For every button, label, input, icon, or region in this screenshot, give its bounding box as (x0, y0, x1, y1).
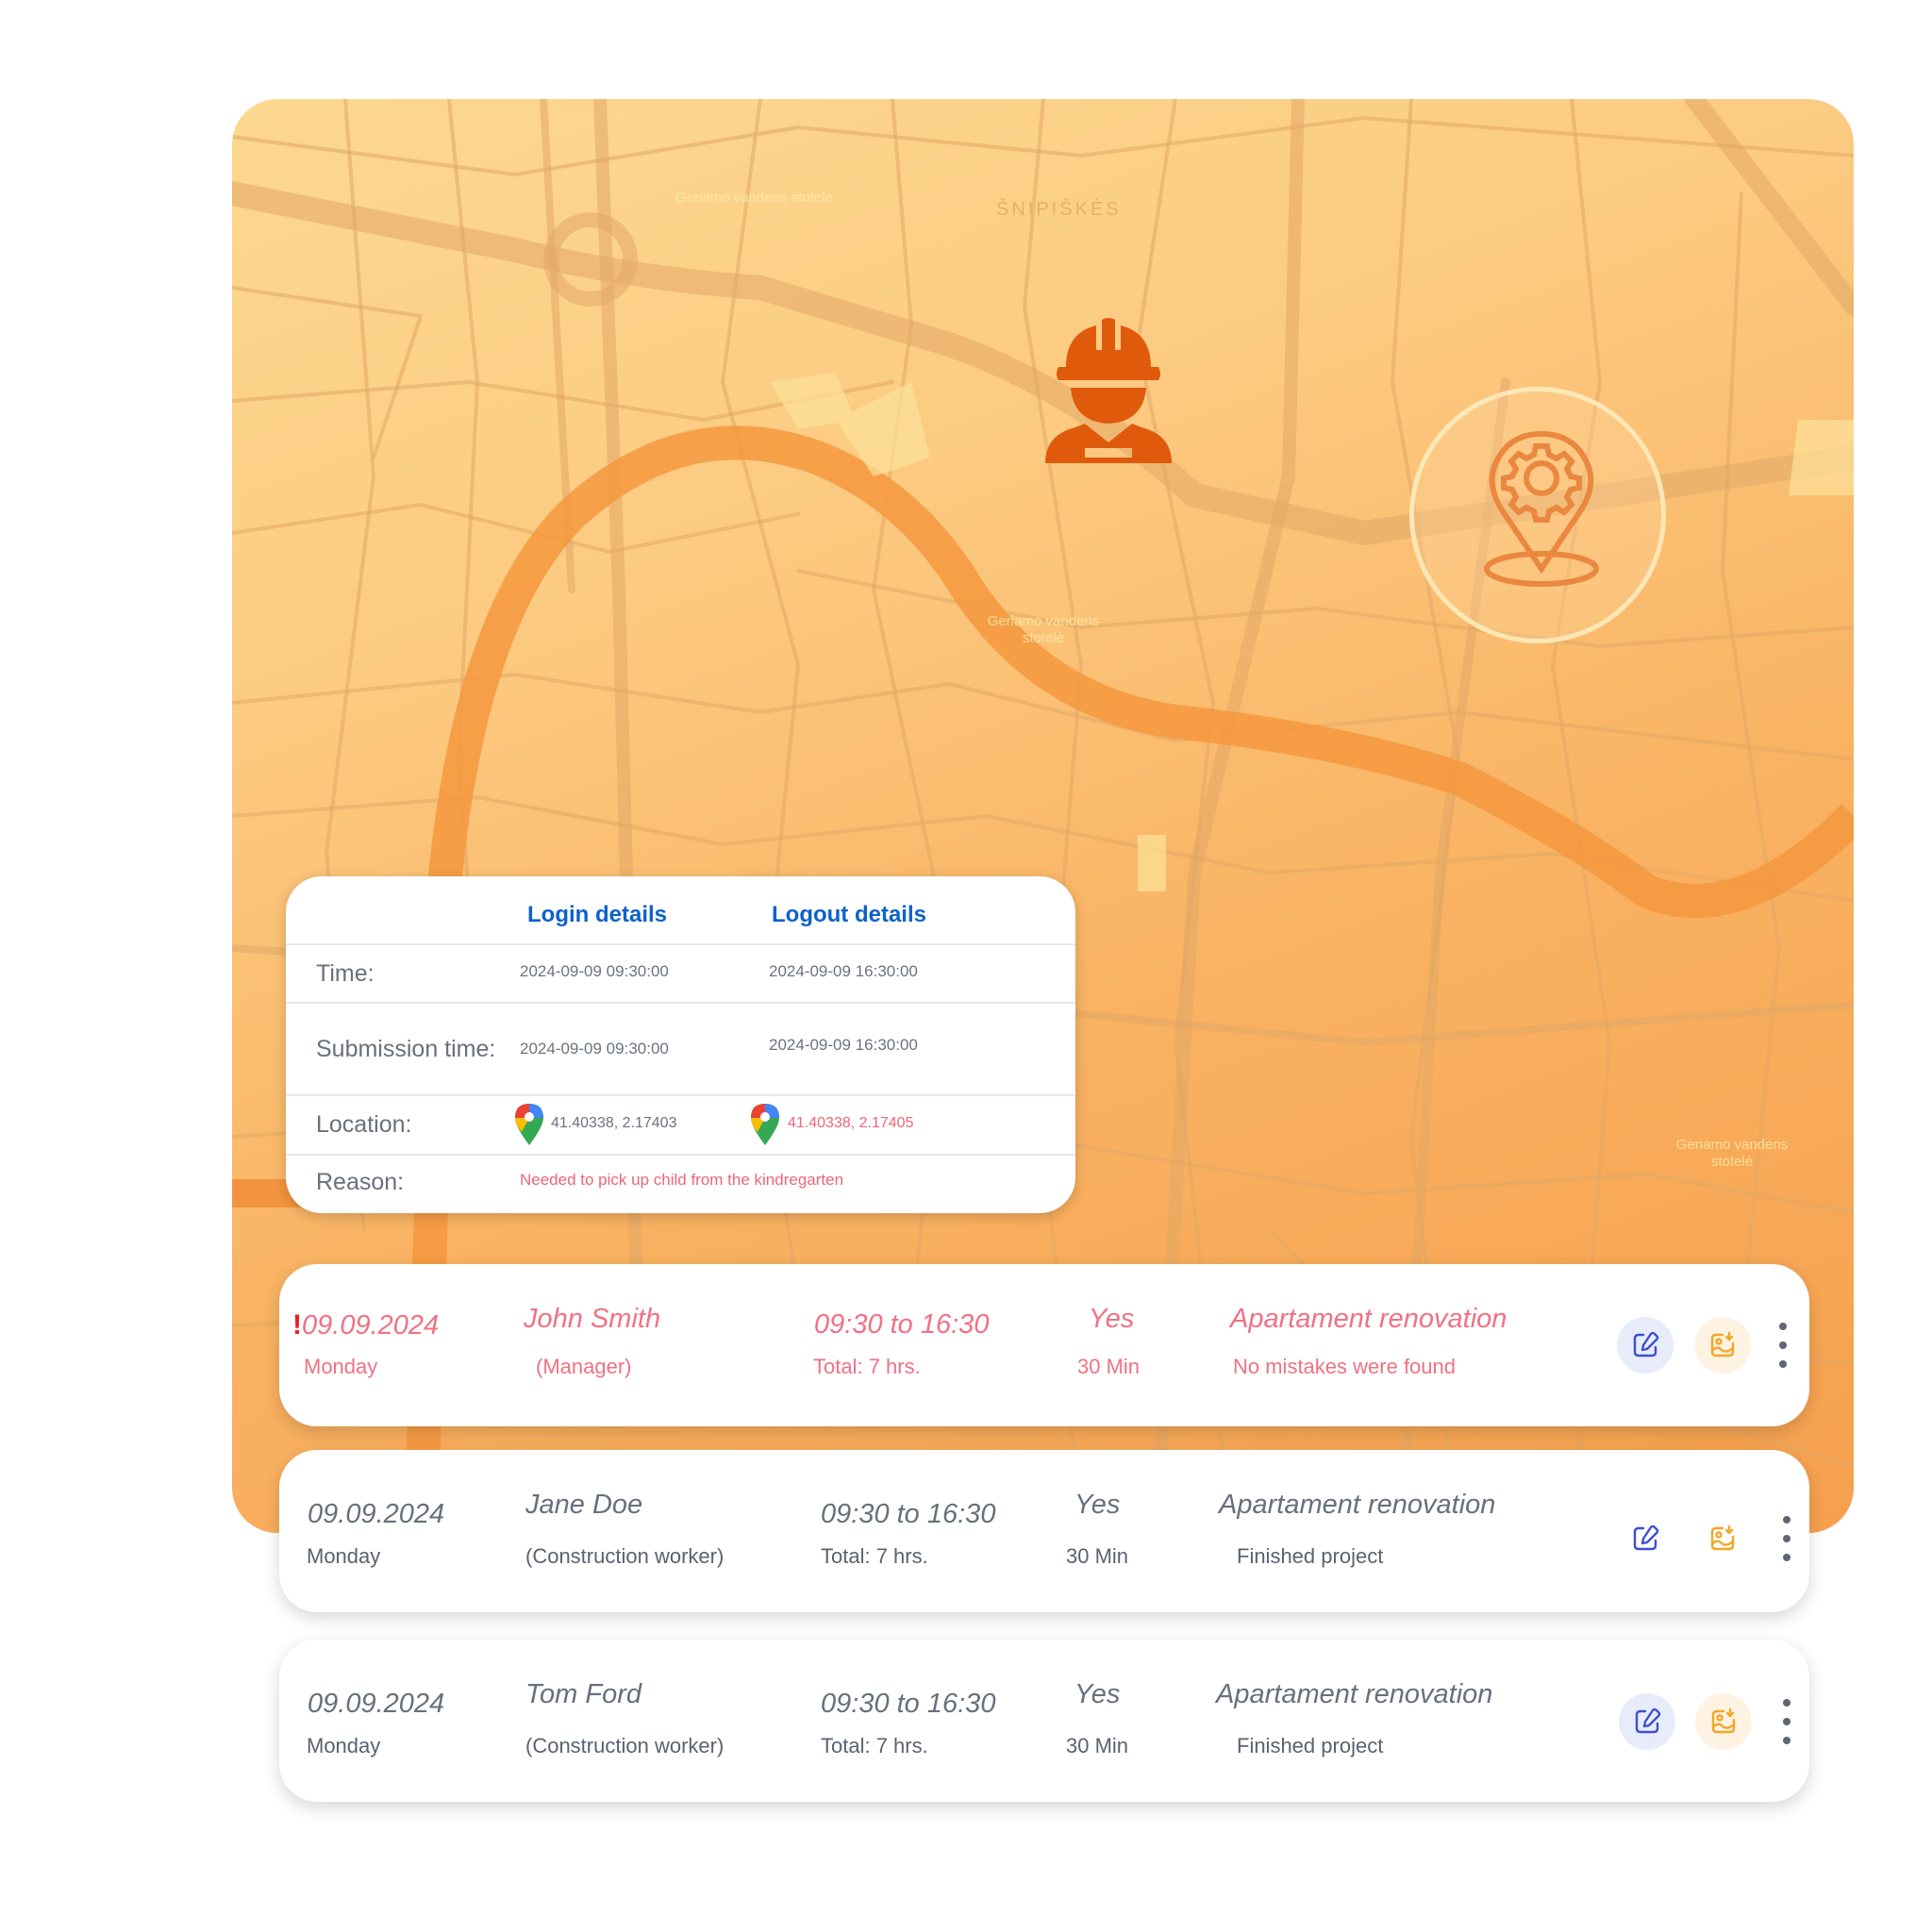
location-label: Location: (316, 1111, 412, 1138)
edit-button[interactable] (1617, 1510, 1674, 1567)
time-range: 09:30 to 16:30 (821, 1499, 996, 1529)
time-range: 09:30 to 16:30 (821, 1689, 996, 1719)
logout-time: 2024-09-09 16:30:00 (769, 962, 918, 980)
break-status: Yes (1074, 1490, 1121, 1520)
time-range: 09:30 to 16:30 (814, 1309, 990, 1340)
date: 09.09.2024 (308, 1499, 445, 1529)
map-label-poi: Geriamo vandens stotelė (675, 190, 833, 206)
image-download-icon (1710, 1331, 1735, 1357)
details-header: Login details Logout details (286, 876, 1075, 945)
map-label-poi: Geriamo vandens stotelė (987, 613, 1100, 646)
project-note: Finished project (1237, 1734, 1384, 1757)
time-row: Time: 2024-09-09 09:30:00 2024-09-09 16:… (286, 943, 1075, 1004)
map-label-district: ŠNIPIŠKĖS (996, 199, 1122, 220)
total-hours: Total: 7 hrs. (813, 1355, 921, 1378)
download-image-button[interactable] (1694, 1317, 1751, 1374)
location-row: Location: 41.40338, 2.17403 41.40338, 2.… (286, 1094, 1075, 1156)
timesheet-row[interactable]: !09.09.2024 Monday John Smith (Manager) … (279, 1264, 1809, 1426)
more-options-button[interactable] (1779, 1699, 1794, 1744)
employee-name: Jane Doe (525, 1490, 643, 1520)
image-download-icon (1710, 1524, 1735, 1551)
more-options-button[interactable] (1775, 1323, 1790, 1368)
project-note: Finished project (1237, 1544, 1384, 1568)
date: 09.09.2024 (308, 1689, 445, 1719)
break-status: Yes (1089, 1304, 1135, 1334)
employee-name: John Smith (524, 1304, 661, 1334)
image-download-icon (1711, 1707, 1736, 1734)
edit-icon (1635, 1707, 1661, 1734)
google-maps-pin-icon (515, 1104, 543, 1145)
edit-button[interactable] (1617, 1317, 1674, 1374)
total-hours: Total: 7 hrs. (821, 1734, 928, 1757)
time-label: Time: (316, 960, 375, 987)
login-coordinates: 41.40338, 2.17403 (551, 1115, 677, 1131)
construction-worker-icon (1045, 318, 1172, 463)
download-image-button[interactable] (1695, 1693, 1752, 1750)
total-hours: Total: 7 hrs. (821, 1544, 928, 1568)
logout-submission-time: 2024-09-09 16:30:00 (769, 1036, 918, 1054)
logout-coordinates: 41.40338, 2.17405 (788, 1115, 914, 1131)
project-note: No mistakes were found (1233, 1355, 1456, 1378)
project-name: Apartament renovation (1219, 1490, 1496, 1520)
edit-icon (1633, 1331, 1659, 1357)
login-details-card: Login details Logout details Time: 2024-… (286, 876, 1075, 1213)
reason-text: Needed to pick up child from the kindreg… (520, 1171, 844, 1189)
more-vertical-icon (1779, 1323, 1787, 1330)
more-vertical-icon (1783, 1516, 1790, 1524)
more-options-button[interactable] (1779, 1516, 1794, 1561)
project-name: Apartament renovation (1216, 1679, 1493, 1709)
logout-details-heading: Logout details (772, 902, 926, 927)
timesheet-row[interactable]: 09.09.2024 Monday Jane Doe (Construction… (279, 1450, 1809, 1612)
edit-button[interactable] (1619, 1693, 1675, 1750)
employee-role: (Manager) (536, 1355, 632, 1378)
warning-flag: ! (292, 1309, 302, 1341)
google-maps-pin-icon (751, 1104, 779, 1145)
employee-name: Tom Ford (525, 1679, 642, 1709)
timesheet-row[interactable]: 09.09.2024 Monday Tom Ford (Construction… (279, 1640, 1809, 1802)
break-duration: 30 Min (1066, 1734, 1129, 1757)
break-status: Yes (1074, 1679, 1121, 1709)
more-vertical-icon (1783, 1699, 1790, 1707)
date-text: 09.09.2024 (302, 1310, 440, 1341)
break-duration: 30 Min (1077, 1355, 1141, 1378)
weekday: Monday (304, 1355, 378, 1378)
weekday: Monday (307, 1544, 381, 1568)
login-time: 2024-09-09 09:30:00 (520, 962, 669, 980)
submission-time-label: Submission time: (316, 1036, 496, 1062)
break-duration: 30 Min (1066, 1544, 1129, 1568)
edit-icon (1633, 1524, 1659, 1551)
employee-role: (Construction worker) (525, 1544, 724, 1568)
submission-time-row: Submission time: 2024-09-09 09:30:00 202… (286, 1002, 1075, 1096)
weekday: Monday (307, 1734, 381, 1757)
download-image-button[interactable] (1694, 1510, 1751, 1567)
project-name: Apartament renovation (1230, 1304, 1507, 1334)
reason-label: Reason: (316, 1169, 405, 1195)
date: !09.09.2024 (292, 1309, 439, 1341)
login-submission-time: 2024-09-09 09:30:00 (520, 1040, 669, 1058)
map-label-poi: Geriamo vandens stotelė (1675, 1137, 1789, 1170)
location-gear-pin-icon (1484, 430, 1599, 587)
login-details-heading: Login details (527, 902, 668, 927)
employee-role: (Construction worker) (525, 1734, 724, 1757)
reason-row: Reason: Needed to pick up child from the… (286, 1154, 1075, 1213)
location-marker[interactable] (1409, 387, 1666, 643)
